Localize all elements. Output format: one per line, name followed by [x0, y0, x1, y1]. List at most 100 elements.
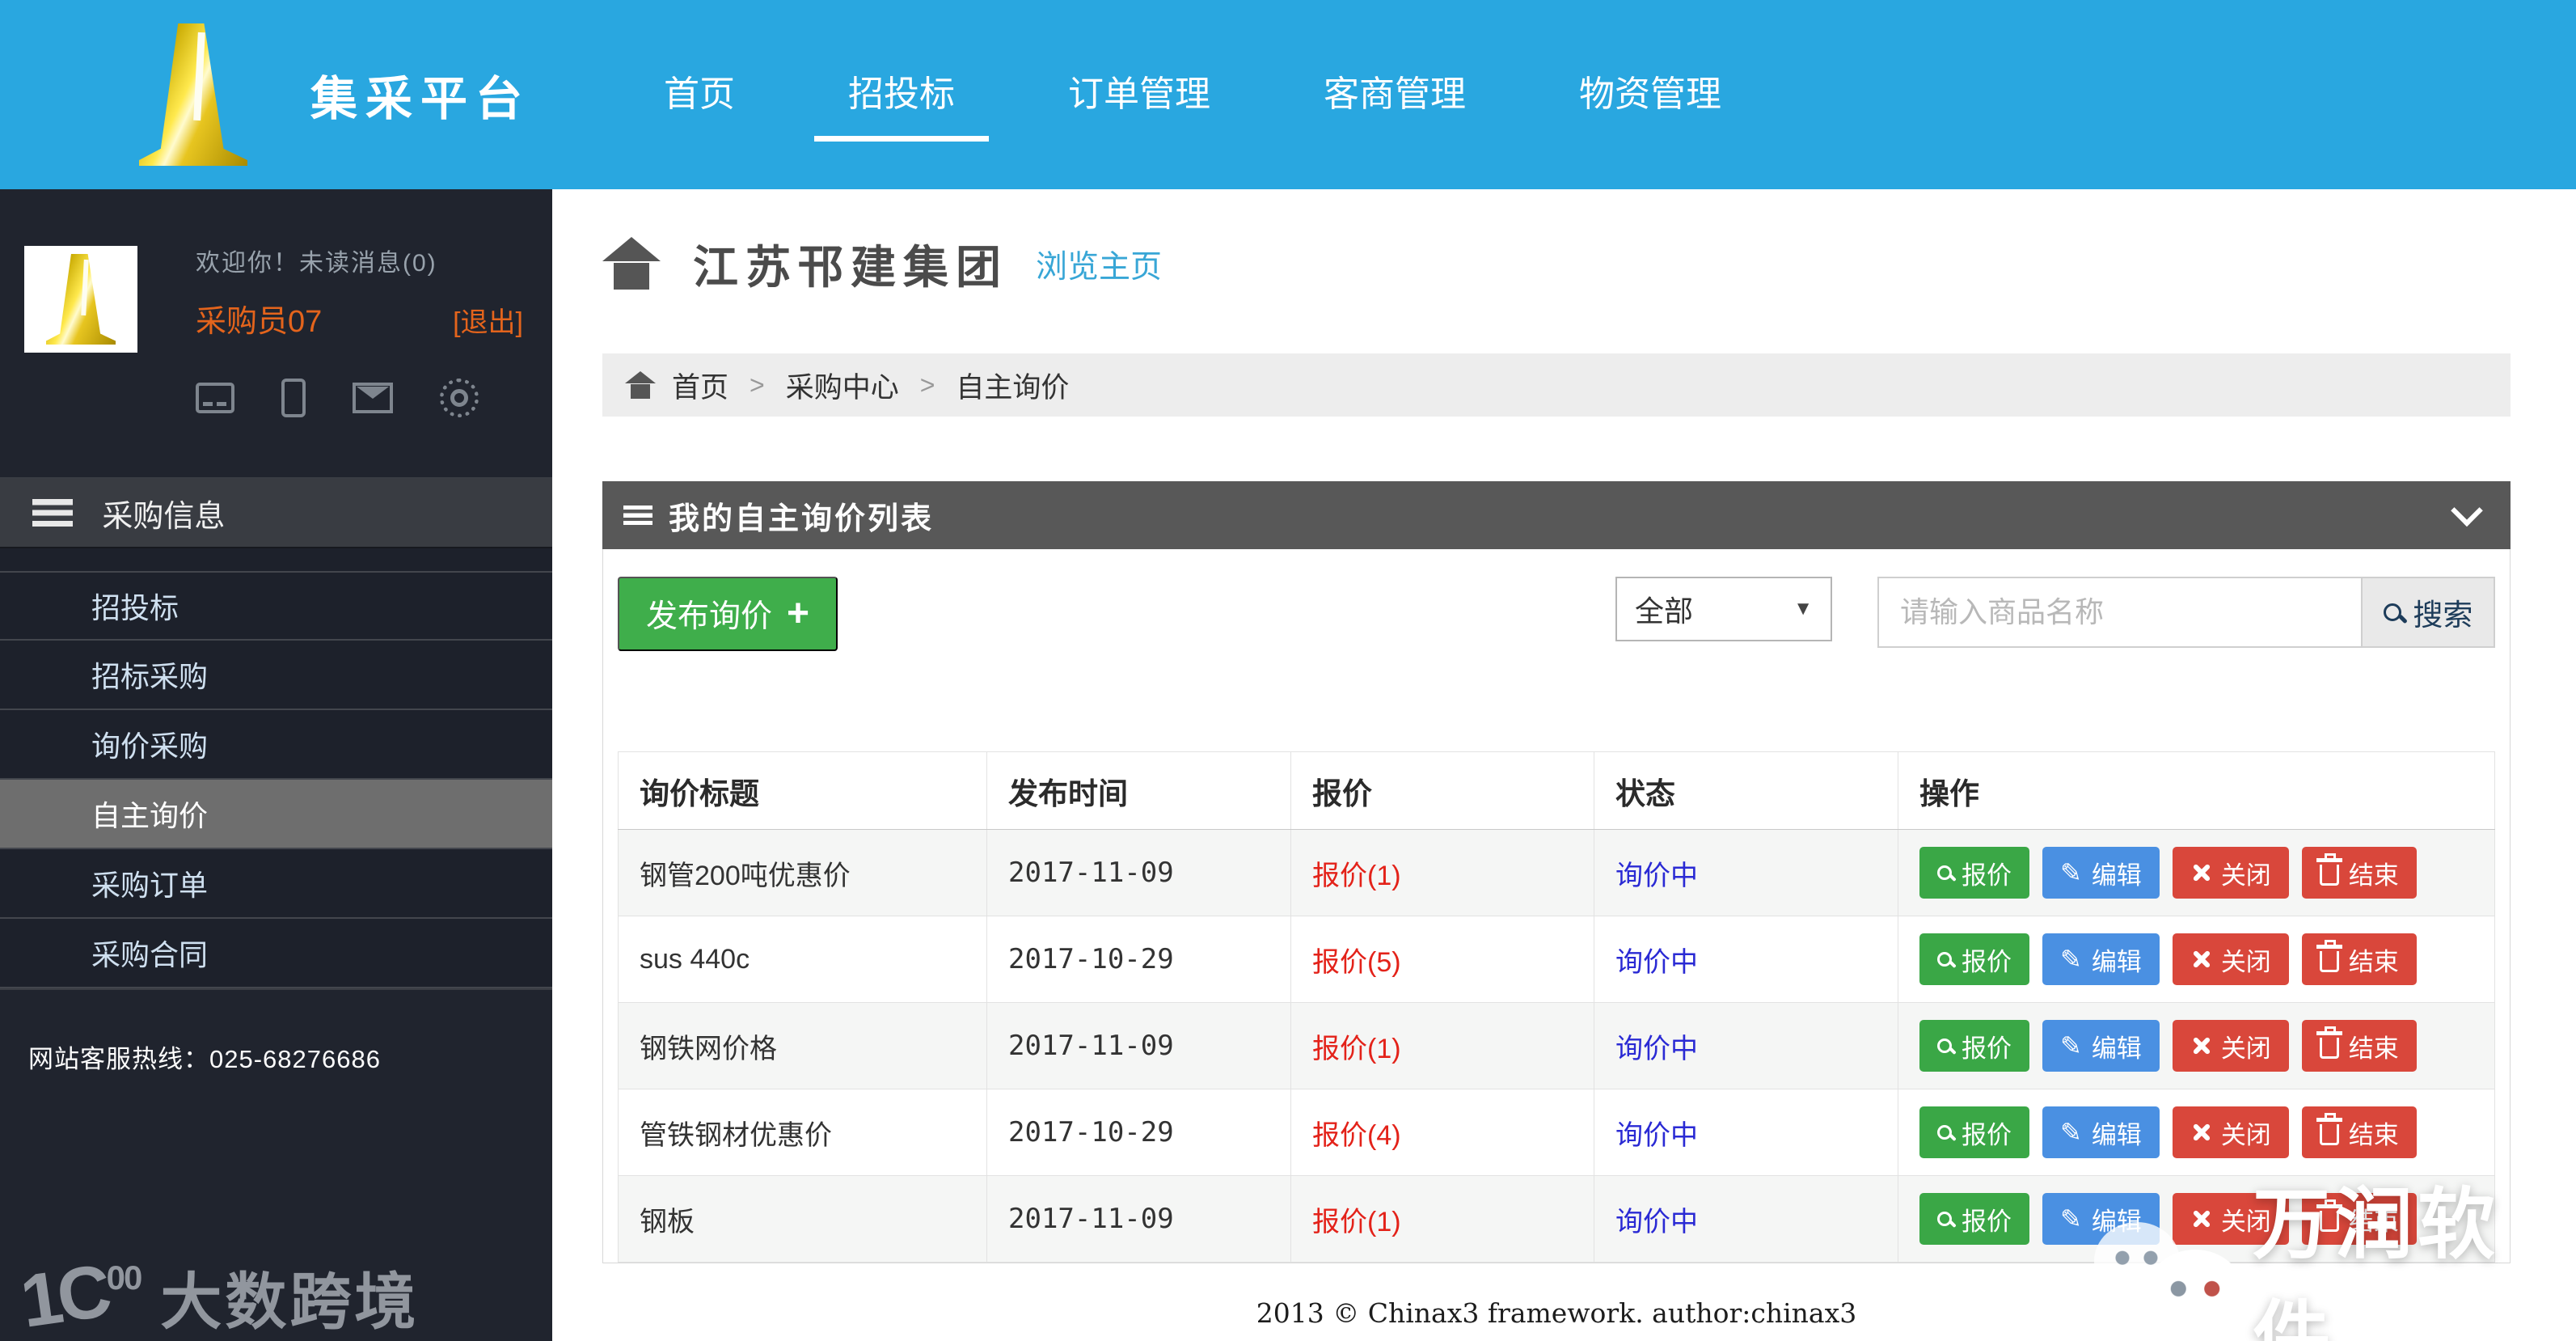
nav-item[interactable]: 招投标 — [814, 49, 990, 142]
menu-section-title: 采购信息 — [102, 499, 226, 534]
end-button[interactable]: 结束 — [2301, 847, 2417, 899]
brand-title: 集采平台 — [310, 73, 531, 125]
edit-button-label: 编辑 — [2091, 861, 2142, 890]
quote-button-label: 报价 — [1962, 1034, 2012, 1063]
quote-count-link[interactable]: 报价(1) — [1312, 1034, 1401, 1064]
watermark-bottom-left: 1C 00 大数跨境 — [15, 1250, 419, 1341]
quote-count-link[interactable]: 报价(1) — [1312, 861, 1401, 891]
sidebar-menu-item[interactable]: 采购合同 — [0, 919, 552, 988]
dashu-logo-main: 1C — [15, 1250, 112, 1341]
gear-icon[interactable] — [440, 379, 479, 417]
end-button[interactable]: 结束 — [2301, 1106, 2417, 1158]
caret-down-icon — [1793, 598, 1813, 620]
quote-count-link[interactable]: 报价(5) — [1312, 947, 1401, 978]
inquiry-title-cell: 钢铁网价格 — [618, 1002, 987, 1089]
copyright-footer: 2013 © Chinax3 framework. author:chinax3 — [1256, 1297, 1857, 1329]
breadcrumb-separator: > — [919, 370, 935, 400]
table-header-row: 询价标题 发布时间 报价 状态 操作 — [618, 751, 2495, 830]
quote-button-label: 报价 — [1962, 861, 2012, 890]
inquiry-title-cell: 钢管200吨优惠价 — [618, 829, 987, 916]
pencil-icon: ✎ — [2060, 1118, 2082, 1147]
edit-button-label: 编辑 — [2091, 1120, 2142, 1149]
end-button-label: 结束 — [2348, 861, 2399, 890]
list-controls: 发布询价 + 全部 搜索 — [618, 577, 2495, 651]
breadcrumb-home-icon[interactable] — [625, 370, 656, 400]
publish-date-cell: 2017-11-09 — [986, 829, 1291, 916]
nav-item[interactable]: 物资管理 — [1579, 49, 1721, 142]
edit-button-label: 编辑 — [2091, 1207, 2142, 1236]
breadcrumb: > 首页 > 采购中心 > 自主询价 — [602, 353, 2511, 417]
collapse-chevron-icon[interactable] — [2451, 494, 2483, 527]
quote-count-link[interactable]: 报价(4) — [1312, 1120, 1401, 1151]
sidebar-menu-item[interactable]: 采购订单 — [0, 849, 552, 919]
panel-body: 发布询价 + 全部 搜索 — [602, 549, 2511, 1263]
close-button[interactable]: 关闭 — [2172, 1193, 2289, 1245]
table-row: 钢板 2017-11-09 报价(1) 询价中 报价 ✎ 编辑 关闭 结束 — [618, 1175, 2495, 1263]
magnifier-icon — [1937, 1125, 1952, 1140]
id-card-icon[interactable] — [196, 383, 234, 413]
trash-icon — [2316, 1026, 2342, 1059]
trash-icon — [2316, 940, 2342, 972]
plus-icon: + — [786, 592, 810, 635]
sidebar-menu-item[interactable]: 自主询价 — [0, 780, 552, 849]
mail-icon[interactable] — [353, 383, 393, 413]
close-button[interactable]: 关闭 — [2172, 1020, 2289, 1072]
edit-button[interactable]: ✎ 编辑 — [2042, 1020, 2160, 1072]
end-button-label: 结束 — [2348, 947, 2399, 976]
inquiry-title-cell: sus 440c — [618, 916, 987, 1003]
filter-select[interactable]: 全部 — [1615, 577, 1832, 641]
quote-button[interactable]: 报价 — [1919, 933, 2029, 985]
end-button[interactable]: 结束 — [2301, 1193, 2417, 1245]
quote-button-label: 报价 — [1962, 1207, 2012, 1236]
edit-button[interactable]: ✎ 编辑 — [2042, 847, 2160, 899]
sidebar-menu-item[interactable]: 询价采购 — [0, 710, 552, 780]
quote-button[interactable]: 报价 — [1919, 1106, 2029, 1158]
pencil-icon: ✎ — [2060, 1204, 2082, 1233]
edit-button[interactable]: ✎ 编辑 — [2042, 1106, 2160, 1158]
end-button-label: 结束 — [2348, 1034, 2399, 1063]
end-button[interactable]: 结束 — [2301, 933, 2417, 985]
col-actions: 操作 — [1898, 751, 2495, 830]
quote-button[interactable]: 报价 — [1919, 847, 2029, 899]
end-button[interactable]: 结束 — [2301, 1020, 2417, 1072]
breadcrumb-separator: > — [750, 370, 765, 400]
close-button[interactable]: 关闭 — [2172, 847, 2289, 899]
logout-link[interactable]: [退出] — [453, 300, 523, 340]
browse-home-link[interactable]: 浏览主页 — [1036, 242, 1162, 287]
company-header: 江苏邗建集团 浏览主页 — [602, 231, 2511, 297]
search-button[interactable]: 搜索 — [2361, 578, 2494, 646]
breadcrumb-item[interactable]: 首页 — [672, 365, 728, 406]
breadcrumb-item[interactable]: 采购中心 — [786, 365, 899, 406]
x-icon — [2190, 1208, 2211, 1229]
nav-item[interactable]: 首页 — [664, 49, 735, 142]
menu-bars-icon — [32, 499, 74, 527]
breadcrumb-item[interactable]: 自主询价 — [956, 365, 1069, 406]
x-icon — [2190, 1122, 2211, 1143]
phone-icon[interactable] — [281, 379, 306, 417]
dashu-logo-sup: 00 — [106, 1259, 143, 1297]
magnifier-icon — [1937, 865, 1952, 880]
top-navbar: 集采平台 首页 招投标 订单管理 客商管理 物资管理 — [0, 0, 2576, 189]
col-status: 状态 — [1594, 751, 1898, 830]
publish-inquiry-button[interactable]: 发布询价 + — [618, 577, 838, 651]
sidebar: 欢迎你！未读消息(0) 采购员07 [退出] 采购信息 招投标 招标采购 询价采… — [0, 189, 552, 1341]
close-button[interactable]: 关闭 — [2172, 933, 2289, 985]
quote-count-link[interactable]: 报价(1) — [1312, 1207, 1401, 1237]
search-input[interactable] — [1879, 578, 2361, 646]
close-button[interactable]: 关闭 — [2172, 1106, 2289, 1158]
quote-button[interactable]: 报价 — [1919, 1020, 2029, 1072]
publish-date-cell: 2017-10-29 — [986, 916, 1291, 1003]
x-icon — [2190, 1035, 2211, 1056]
edit-button[interactable]: ✎ 编辑 — [2042, 933, 2160, 985]
close-button-label: 关闭 — [2220, 1034, 2271, 1063]
nav-item[interactable]: 订单管理 — [1068, 49, 1210, 142]
sidebar-menu-item[interactable]: 招标采购 — [0, 641, 552, 710]
sidebar-menu-item[interactable]: 招投标 — [0, 571, 552, 641]
main-content: 江苏邗建集团 浏览主页 > 首页 > 采购中心 — [552, 189, 2576, 1341]
edit-button[interactable]: ✎ 编辑 — [2042, 1193, 2160, 1245]
quote-button[interactable]: 报价 — [1919, 1193, 2029, 1245]
home-icon — [602, 237, 661, 290]
col-quote: 报价 — [1290, 751, 1594, 830]
nav-item[interactable]: 客商管理 — [1324, 49, 1466, 142]
quote-button-label: 报价 — [1962, 947, 2012, 976]
